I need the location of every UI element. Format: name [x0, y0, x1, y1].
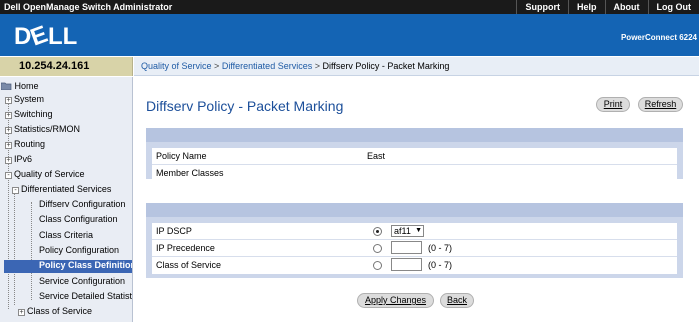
app-title: Dell OpenManage Switch Administrator	[4, 2, 173, 12]
expand-icon[interactable]: +	[5, 112, 12, 119]
sidebar-item-label: Service Detailed Statistics	[39, 291, 133, 301]
sidebar-item-label: Differentiated Services	[21, 184, 112, 194]
breadcrumb-quality-of-service[interactable]: Quality of Service	[141, 61, 212, 71]
about-link[interactable]: About	[604, 0, 648, 14]
class-of-service-range: (0 - 7)	[428, 260, 453, 270]
sidebar-item-label: Switching	[14, 109, 53, 119]
ip-dscp-select[interactable]: af11 ▼	[391, 225, 424, 237]
policy-name-label: Policy Name	[156, 151, 207, 161]
policy-name-row: Policy Name East	[152, 148, 677, 165]
support-link[interactable]: Support	[516, 0, 568, 14]
breadcrumb-current: Diffserv Policy - Packet Marking	[322, 61, 450, 71]
svg-text:LL: LL	[48, 23, 77, 47]
policy-info-panel: Policy Name East Member Classes	[146, 128, 683, 182]
sidebar-item-statistics[interactable]: + Statistics/RMON	[5, 124, 80, 137]
sidebar-item-label: System	[14, 94, 45, 104]
packet-marking-panel: IP DSCP af11 ▼ IP Precedence (0 - 7) Cla…	[146, 203, 683, 278]
ip-dscp-label: IP DSCP	[156, 226, 192, 236]
ip-dscp-radio[interactable]	[373, 227, 382, 236]
sidebar-item-label: Statistics/RMON	[14, 124, 81, 134]
sidebar-item-home[interactable]: Home	[0, 81, 39, 94]
sidebar-item-system[interactable]: + System	[5, 94, 44, 107]
print-button[interactable]: Print	[596, 97, 630, 112]
expand-icon[interactable]: +	[5, 127, 12, 134]
sidebar-item-label: IPv6	[14, 154, 33, 164]
collapse-icon[interactable]: -	[5, 172, 12, 179]
expand-icon[interactable]: +	[5, 157, 12, 164]
page-title: Diffserv Policy - Packet Marking	[146, 98, 344, 114]
product-name: PowerConnect 6224	[620, 33, 697, 42]
sidebar-nav: Home + System + Switching + Statistics/RMON…	[0, 77, 133, 322]
expand-icon[interactable]: +	[18, 309, 25, 316]
dell-logo: D E LL	[14, 23, 77, 47]
sidebar-item-label: Policy Configuration	[39, 245, 120, 255]
sidebar-item-service-detailed-statistics[interactable]: Service Detailed Statistics	[39, 291, 133, 304]
sidebar-item-label: Diffserv Configuration	[39, 199, 126, 209]
class-of-service-label: Class of Service	[156, 260, 222, 270]
back-button[interactable]: Back	[440, 293, 474, 308]
sidebar-item-label: Quality of Service	[14, 169, 85, 179]
ip-precedence-input[interactable]	[391, 241, 422, 254]
sidebar-item-diffserv-configuration[interactable]: Diffserv Configuration	[39, 199, 125, 212]
class-of-service-radio[interactable]	[373, 261, 382, 270]
main-content: Diffserv Policy - Packet Marking Print R…	[134, 77, 699, 322]
help-link[interactable]: Help	[567, 0, 605, 14]
sidebar-item-policy-class-definition[interactable]: Policy Class Definition	[4, 260, 133, 273]
sidebar-item-class-of-service[interactable]: + Class of Service	[18, 306, 92, 319]
ip-precedence-label: IP Precedence	[156, 243, 215, 253]
tree-line	[14, 187, 15, 305]
panel-header	[146, 128, 683, 142]
member-classes-row: Member Classes	[152, 165, 677, 182]
chevron-down-icon: ▼	[415, 227, 422, 234]
expand-icon[interactable]: +	[5, 97, 12, 104]
sidebar-item-label: Home	[14, 81, 39, 91]
sidebar-item-label: Class Criteria	[39, 230, 94, 240]
breadcrumb-separator: >	[314, 61, 320, 71]
sidebar-item-class-criteria[interactable]: Class Criteria	[39, 230, 93, 243]
sidebar-item-label: Class Configuration	[39, 214, 118, 224]
logout-link[interactable]: Log Out	[647, 0, 699, 14]
sidebar-item-class-configuration[interactable]: Class Configuration	[39, 214, 118, 227]
ip-dscp-row: IP DSCP af11 ▼	[152, 223, 677, 240]
sidebar-item-service-configuration[interactable]: Service Configuration	[39, 276, 125, 289]
collapse-icon[interactable]: -	[12, 187, 19, 194]
class-of-service-input[interactable]	[391, 258, 422, 271]
ip-dscp-value: af11	[394, 226, 411, 236]
refresh-button[interactable]: Refresh	[638, 97, 683, 112]
apply-changes-button[interactable]: Apply Changes	[357, 293, 434, 308]
class-of-service-row: Class of Service (0 - 7)	[152, 257, 677, 274]
sidebar-item-ipv6[interactable]: + IPv6	[5, 154, 32, 167]
ip-precedence-range: (0 - 7)	[428, 243, 453, 253]
top-links: Support Help About Log Out	[516, 0, 699, 14]
panel-header	[146, 203, 683, 217]
tree-line	[31, 202, 32, 300]
folder-icon	[0, 82, 12, 91]
ip-precedence-radio[interactable]	[373, 244, 382, 253]
sidebar-item-label: Policy Class Definition	[39, 260, 133, 270]
sidebar-item-routing[interactable]: + Routing	[5, 139, 45, 152]
device-address: 10.254.24.161	[0, 57, 133, 76]
ip-precedence-row: IP Precedence (0 - 7)	[152, 240, 677, 257]
sidebar-item-label: Service Configuration	[39, 276, 126, 286]
sidebar-item-switching[interactable]: + Switching	[5, 109, 53, 122]
breadcrumb-separator: >	[214, 61, 220, 71]
header-banner: D E LL PowerConnect 6224	[0, 14, 699, 56]
sidebar-item-label: Routing	[14, 139, 46, 149]
expand-icon[interactable]: +	[5, 142, 12, 149]
breadcrumb: Quality of Service > Differentiated Serv…	[134, 57, 699, 76]
sidebar-item-label: Class of Service	[27, 306, 93, 316]
member-classes-label: Member Classes	[156, 168, 224, 178]
sidebar-item-quality-of-service[interactable]: - Quality of Service	[5, 169, 85, 182]
sidebar-item-policy-configuration[interactable]: Policy Configuration	[39, 245, 119, 258]
breadcrumb-differentiated-services[interactable]: Differentiated Services	[222, 61, 312, 71]
sidebar-item-differentiated-services[interactable]: - Differentiated Services	[12, 184, 111, 197]
top-bar: Dell OpenManage Switch Administrator Sup…	[0, 0, 699, 14]
policy-name-value: East	[367, 151, 386, 161]
